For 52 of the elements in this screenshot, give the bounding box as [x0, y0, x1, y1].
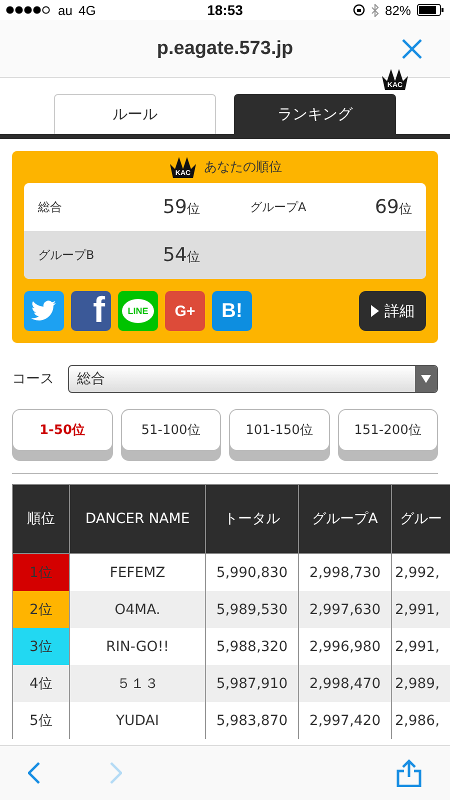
- page-address: p.eagate.573.jp: [156, 38, 294, 60]
- table-cell: 2,986,: [392, 702, 450, 739]
- signal-icon: [6, 6, 52, 14]
- column-header: グループA: [298, 484, 392, 554]
- battery-percent: 82%: [384, 2, 411, 18]
- google-plus-share-button[interactable]: G+: [165, 291, 205, 331]
- stat-label: グループB: [38, 246, 94, 264]
- table-cell: ５１３: [70, 665, 206, 702]
- carrier-name: au: [58, 2, 72, 18]
- course-dropdown[interactable]: 総合: [68, 365, 438, 393]
- stat-value: 69位: [374, 196, 412, 218]
- back-icon[interactable]: [28, 762, 40, 784]
- table-cell: 2,997,630: [298, 591, 392, 628]
- stat-label: グループA: [250, 198, 306, 216]
- rank-cell: 1位: [12, 554, 70, 591]
- twitter-share-button[interactable]: [24, 291, 64, 331]
- table-cell: 2,997,420: [298, 702, 392, 739]
- table-cell: 2,991,: [392, 591, 450, 628]
- clock-time: 18:53: [207, 2, 243, 18]
- close-icon[interactable]: [402, 39, 422, 59]
- table-cell: 5,989,530: [206, 591, 298, 628]
- share-icon[interactable]: [396, 759, 422, 787]
- column-header: グルー: [392, 484, 450, 554]
- table-cell: 2,989,: [392, 665, 450, 702]
- column-header: トータル: [206, 484, 298, 554]
- network-type: 4G: [78, 2, 96, 18]
- battery-icon: [417, 4, 444, 16]
- rank-cell: 3位: [12, 628, 70, 665]
- stat-value: 59位: [162, 196, 200, 218]
- card-title: あなたの順位: [204, 159, 282, 176]
- rank-cell: 2位: [12, 591, 70, 628]
- dropdown-arrow-icon: [421, 375, 431, 383]
- rank-cell: 4位: [12, 665, 70, 702]
- table-cell: O4MA.: [70, 591, 206, 628]
- rank-cell: 5位: [12, 702, 70, 739]
- play-icon: [370, 305, 378, 317]
- table-cell: 2,998,470: [298, 665, 392, 702]
- rotation-lock-icon: [352, 4, 365, 16]
- stat-value: 54位: [162, 244, 200, 266]
- bluetooth-icon: [370, 4, 379, 16]
- table-cell: 5,983,870: [206, 702, 298, 739]
- table-cell: YUDAI: [70, 702, 206, 739]
- tab[interactable]: ルール: [54, 94, 216, 134]
- bird-icon: [31, 300, 57, 322]
- details-button[interactable]: 詳細: [359, 291, 426, 331]
- hatena-share-button[interactable]: B!: [212, 291, 252, 331]
- stat-label: 総合: [38, 198, 62, 216]
- table-cell: 5,987,910: [206, 665, 298, 702]
- course-label: コース: [12, 370, 54, 388]
- facebook-share-button[interactable]: f: [71, 291, 111, 331]
- column-header: DANCER NAME: [70, 484, 206, 554]
- column-header: 順位: [12, 484, 70, 554]
